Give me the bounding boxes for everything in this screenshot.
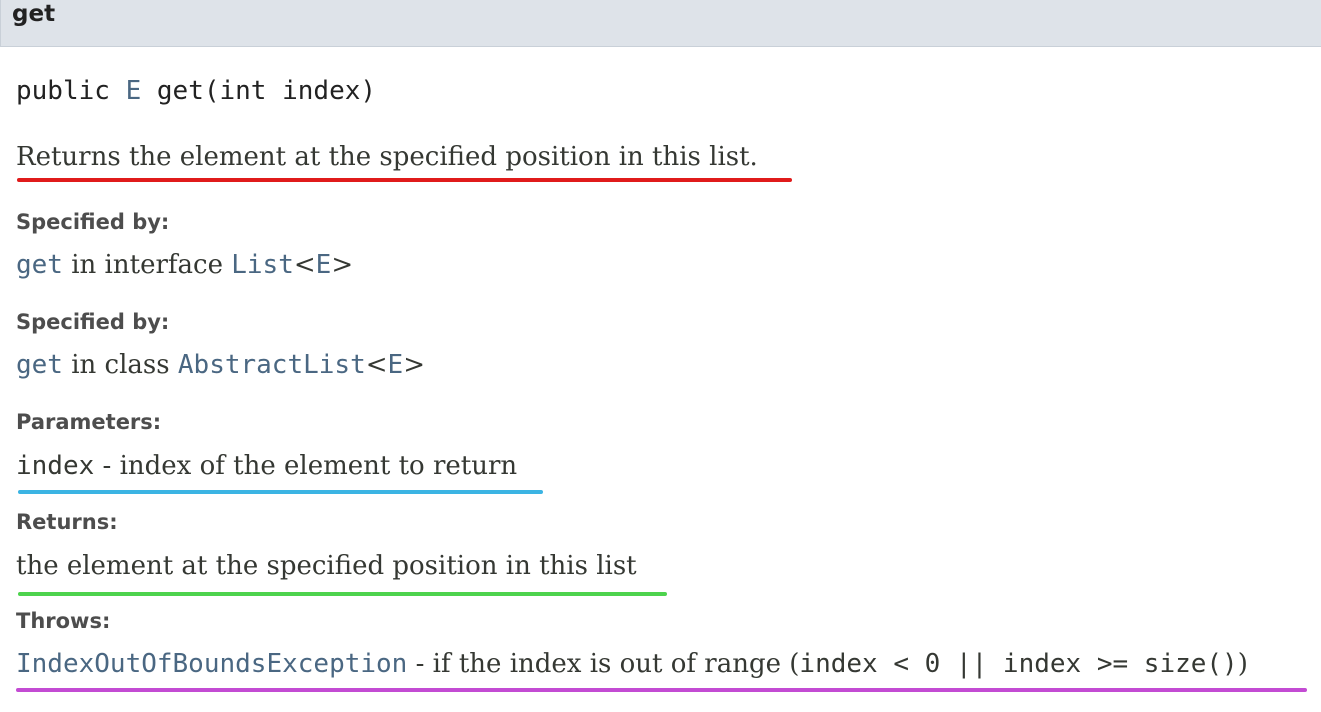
parameter-name: index [16,451,95,481]
throws-close-paren: ) [1237,649,1248,679]
method-description: Returns the element at the specified pos… [16,142,758,172]
specified-by-label-1: Specified by: [16,210,170,234]
description-highlight [17,178,792,182]
return-type-link[interactable]: E [126,76,142,106]
parameters-highlight [18,490,543,494]
specified-by-line-2: get in class AbstractList<E> [16,350,425,380]
generic-e-link-1[interactable]: E [316,250,332,280]
throws-description: - if the index is out of range ( [407,649,800,679]
generic-open-2: < [365,350,388,380]
get-method-link-1[interactable]: get [16,250,63,280]
returns-label: Returns: [16,510,118,534]
parameter-line: index - index of the element to return [16,451,517,481]
list-interface-link[interactable]: List [231,250,294,280]
throws-highlight [16,688,1307,692]
generic-close-2: > [403,350,425,380]
specified-by-text-2: in class [62,350,178,380]
specified-by-line-1: get in interface List<E> [16,250,353,280]
throws-code: index < 0 || index >= size() [799,649,1238,679]
exception-link[interactable]: IndexOutOfBoundsException [16,649,407,679]
specified-by-text-1: in interface [62,250,232,280]
method-signature: public E get(int index) [16,76,376,106]
abstractlist-class-link[interactable]: AbstractList [178,350,366,380]
returns-description: the element at the specified position in… [16,551,637,581]
parameters-label: Parameters: [16,410,162,434]
specified-by-label-2: Specified by: [16,310,170,334]
method-title: get [12,1,56,27]
returns-highlight [18,592,667,596]
throws-label: Throws: [16,609,111,633]
generic-open-1: < [293,250,316,280]
get-method-link-2[interactable]: get [16,350,63,380]
generic-e-link-2[interactable]: E [388,350,404,380]
throws-line: IndexOutOfBoundsException - if the index… [16,649,1248,679]
generic-close-1: > [331,250,354,280]
method-header: get [0,0,1321,47]
modifier: public [16,76,110,106]
method-declaration: get(int index) [156,76,377,106]
parameter-description: - index of the element to return [94,451,518,481]
